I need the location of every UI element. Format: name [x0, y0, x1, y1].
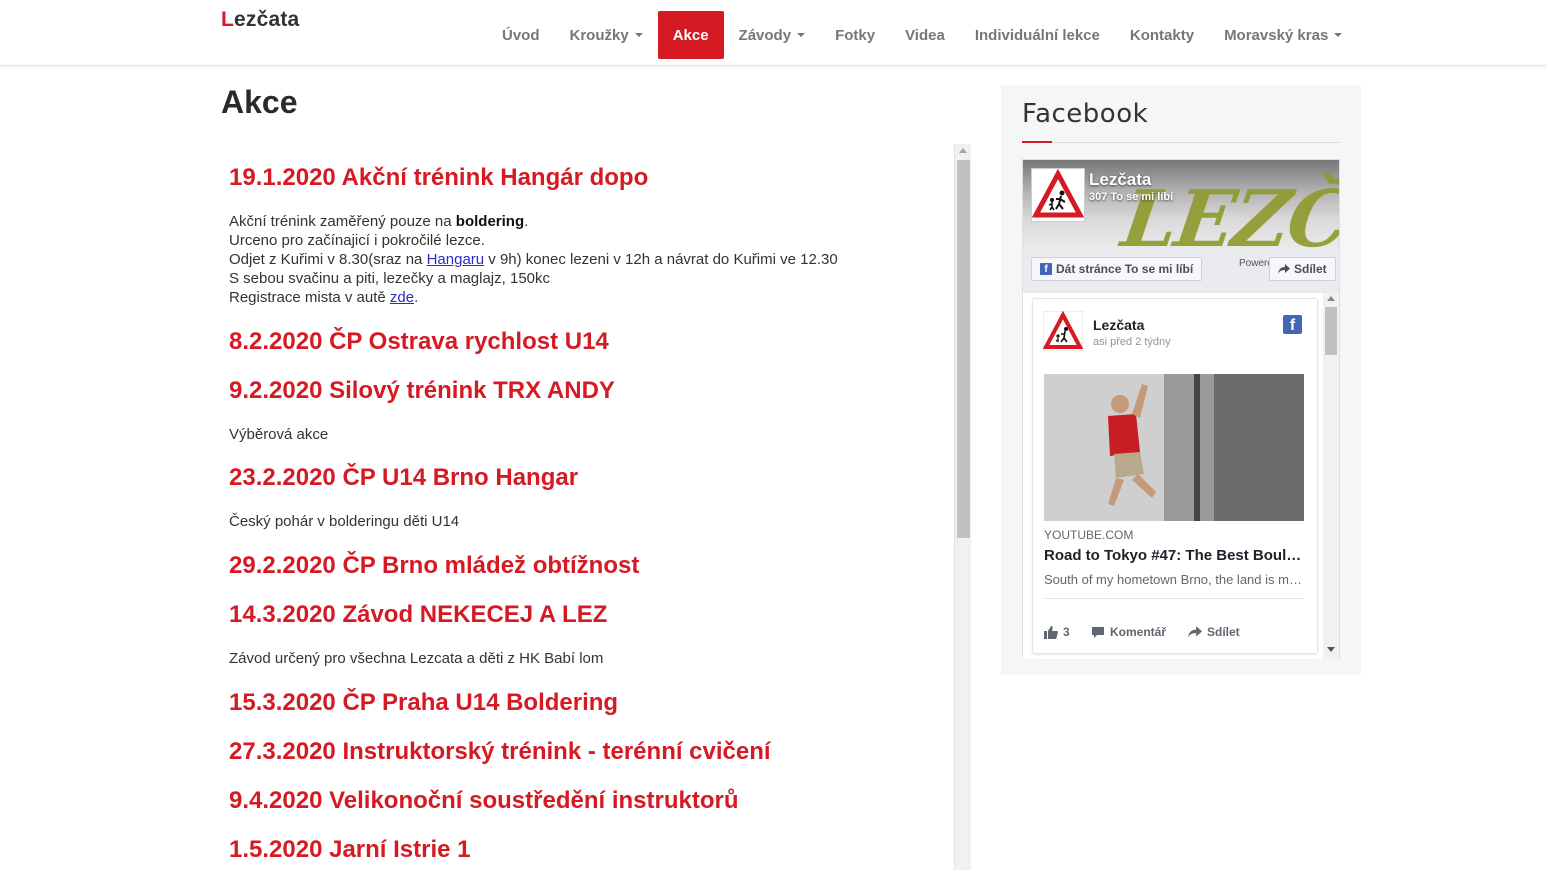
event-description: Výběrová akce	[229, 426, 329, 443]
facebook-page-widget: LEZČATA Lezčata 307 To se mi líbí f Dát s…	[1022, 159, 1340, 659]
logo-text: ezčata	[234, 8, 300, 31]
facebook-icon: f	[1040, 263, 1052, 275]
event-title[interactable]: 29.2.2020 ČP Brno mládež obtížnost	[229, 552, 639, 580]
fb-like-page-button[interactable]: f Dát stránce To se mi líbí	[1031, 257, 1203, 281]
event-title[interactable]: 27.3.2020 Instruktorský trénink - terénn…	[229, 738, 771, 766]
thumbs-up-icon	[1044, 625, 1058, 639]
nav-akce[interactable]: Akce	[657, 11, 724, 59]
share-icon	[1188, 626, 1202, 638]
scroll-down-arrow-icon[interactable]	[1327, 647, 1335, 652]
event-description: Akční trénink zaměřený pouze na bolderin…	[229, 213, 838, 306]
fb-page-name[interactable]: Lezčata	[1089, 170, 1151, 190]
scrollbar-thumb[interactable]	[957, 160, 970, 538]
chevron-down-icon	[797, 33, 806, 37]
post-author-name[interactable]: Lezčata	[1093, 317, 1144, 333]
facebook-icon[interactable]: f	[1283, 315, 1302, 334]
nav-uvod[interactable]: Úvod	[487, 11, 555, 59]
sidebar-title: Facebook	[1022, 99, 1149, 129]
event-title[interactable]: 15.3.2020 ČP Praha U14 Boldering	[229, 689, 618, 717]
scroll-up-arrow-icon[interactable]	[1327, 296, 1335, 301]
top-navbar: Lezčata Úvod Kroužky Akce Závody Fotky V…	[0, 0, 1547, 66]
main-menu: Úvod Kroužky Akce Závody Fotky Videa Ind…	[487, 11, 1357, 59]
event-title[interactable]: 8.2.2020 ČP Ostrava rychlost U14	[229, 328, 609, 356]
fb-cover-image[interactable]: LEZČATA Lezčata 307 To se mi líbí	[1023, 160, 1339, 252]
divider	[1022, 142, 1340, 143]
page-logo[interactable]	[1031, 168, 1085, 222]
event-title[interactable]: 14.3.2020 Závod NEKECEJ A LEZ	[229, 601, 607, 629]
nav-individualni-lekce[interactable]: Individuální lekce	[960, 11, 1115, 59]
post-author-avatar[interactable]	[1042, 310, 1084, 352]
share-icon	[1278, 264, 1290, 274]
event-description: Závod určený pro všechna Lezcata a děti …	[229, 650, 604, 667]
nav-krouzky[interactable]: Kroužky	[555, 11, 658, 59]
post-link-image[interactable]	[1044, 374, 1304, 521]
chevron-down-icon	[634, 33, 643, 37]
event-title[interactable]: 9.2.2020 Silový trénink TRX ANDY	[229, 377, 615, 405]
nav-videa[interactable]: Videa	[890, 11, 960, 59]
event-title[interactable]: 1.5.2020 Jarní Istrie 1	[229, 836, 471, 864]
nav-kontakty[interactable]: Kontakty	[1115, 11, 1209, 59]
like-action[interactable]: 3	[1044, 625, 1070, 639]
nav-fotky[interactable]: Fotky	[820, 11, 890, 59]
chevron-down-icon	[1334, 33, 1343, 37]
site-logo[interactable]: Lezčata	[221, 8, 299, 32]
link-title[interactable]: Road to Tokyo #47: The Best Boulder Spot	[1044, 547, 1302, 564]
fb-feed-scrollbar[interactable]	[1323, 293, 1339, 659]
link-source: YOUTUBE.COM	[1044, 528, 1134, 542]
event-title[interactable]: 19.1.2020 Akční trénink Hangár dopo	[229, 164, 648, 192]
events-scrollbar[interactable]	[954, 144, 971, 870]
event-title[interactable]: 23.2.2020 ČP U14 Brno Hangar	[229, 464, 578, 492]
divider-accent	[1022, 141, 1052, 143]
event-title[interactable]: 9.4.2020 Velikonoční soustředění instruk…	[229, 787, 739, 815]
scrollbar-thumb[interactable]	[1325, 307, 1337, 355]
post-timestamp[interactable]: asi před 2 týdny	[1093, 336, 1171, 348]
nav-moravsky-kras[interactable]: Moravský kras	[1209, 11, 1357, 59]
fb-feed: Lezčata asi před 2 týdny f YOUTUBE.COM R…	[1023, 293, 1339, 659]
logo-initial: L	[221, 8, 235, 31]
nav-zavody[interactable]: Závody	[724, 11, 821, 59]
share-action[interactable]: Sdílet	[1188, 625, 1240, 639]
registration-link[interactable]: zde	[390, 289, 414, 306]
fb-share-button[interactable]: Sdílet	[1269, 257, 1336, 281]
link-description: South of my hometown Brno, the land is m…	[1044, 572, 1302, 587]
event-description: Český pohár v bolderingu děti U14	[229, 513, 460, 530]
comment-icon	[1092, 626, 1104, 638]
fb-post: Lezčata asi před 2 týdny f YOUTUBE.COM R…	[1032, 298, 1318, 654]
comment-action[interactable]: Komentář	[1091, 625, 1166, 639]
hangar-link[interactable]: Hangaru	[427, 251, 485, 268]
events-list: 19.1.2020 Akční trénink Hangár dopo Akčn…	[221, 144, 951, 870]
divider	[1044, 598, 1304, 599]
fb-like-count: 307 To se mi líbí	[1089, 191, 1174, 203]
page-title: Akce	[221, 84, 298, 120]
scroll-up-arrow-icon[interactable]	[959, 148, 967, 153]
